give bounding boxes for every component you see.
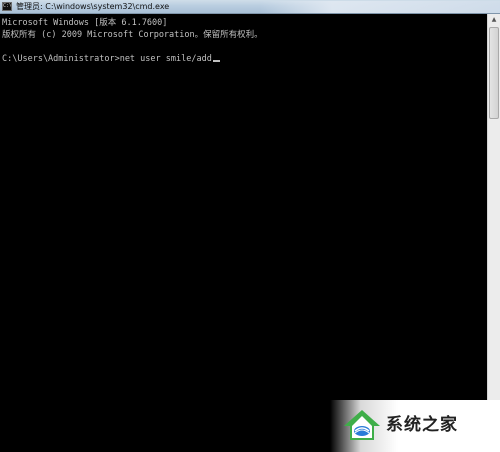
cmd-icon[interactable]: C:\ xyxy=(2,2,12,11)
cmd-window: C:\ 管理员: C:\windows\system32\cmd.exe Mic… xyxy=(0,0,500,452)
console-line-copyright: 版权所有 (c) 2009 Microsoft Corporation。保留所有… xyxy=(2,30,263,40)
title-bar[interactable]: C:\ 管理员: C:\windows\system32\cmd.exe xyxy=(0,0,500,14)
title-bar-glow xyxy=(260,1,500,13)
watermark-text: 系统之家 xyxy=(386,415,458,435)
scroll-thumb[interactable] xyxy=(489,27,499,119)
console-line-command: C:\Users\Administrator>net user smile/ad… xyxy=(2,53,220,65)
vertical-scrollbar[interactable]: ▲ xyxy=(487,14,500,452)
console-output[interactable]: Microsoft Windows [版本 6.1.7600] 版权所有 (c)… xyxy=(0,14,487,452)
scroll-up-arrow-icon[interactable]: ▲ xyxy=(488,14,500,26)
command-text: C:\Users\Administrator>net user smile/ad… xyxy=(2,54,212,64)
window-title: 管理员: C:\windows\system32\cmd.exe xyxy=(16,2,170,11)
house-logo-icon xyxy=(344,410,380,440)
console-line-version: Microsoft Windows [版本 6.1.7600] xyxy=(2,18,168,28)
text-cursor xyxy=(212,60,220,62)
watermark: 系统之家 xyxy=(330,400,500,452)
